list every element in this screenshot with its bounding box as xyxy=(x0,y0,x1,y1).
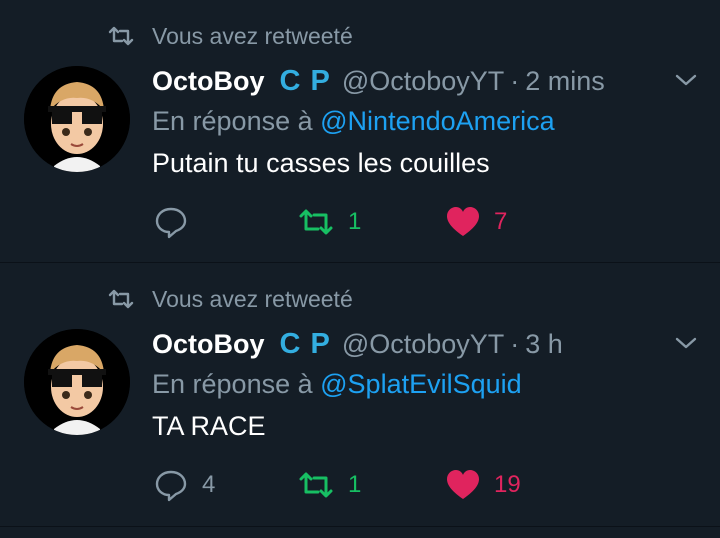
reply-icon xyxy=(155,470,187,502)
tweet-actions: 4 1 19 xyxy=(0,463,720,507)
avatar[interactable] xyxy=(24,329,130,435)
retweet-context: Vous avez retweeté xyxy=(108,22,353,50)
retweet-context-label: Vous avez retweeté xyxy=(152,285,353,312)
reply-prefix: En réponse à xyxy=(152,106,313,136)
like-button[interactable]: 19 xyxy=(446,463,521,507)
retweet-icon xyxy=(108,289,134,309)
reply-icon xyxy=(155,207,187,239)
reply-context: En réponse à @NintendoAmerica xyxy=(152,106,555,137)
chevron-down-icon[interactable] xyxy=(674,335,698,351)
reply-button[interactable]: 4 xyxy=(154,463,215,507)
like-count: 7 xyxy=(494,208,508,235)
retweet-icon xyxy=(299,472,333,498)
author-name[interactable]: OctoBoy xyxy=(152,329,265,360)
heart-icon xyxy=(447,207,479,236)
heart-icon xyxy=(447,470,479,499)
tweet-time[interactable]: 3 h xyxy=(525,329,563,360)
reply-context: En réponse à @SplatEvilSquid xyxy=(152,369,522,400)
retweet-context-label: Vous avez retweeté xyxy=(152,22,353,49)
retweet-count: 1 xyxy=(348,471,362,498)
tweet-time[interactable]: 2 mins xyxy=(525,66,605,97)
like-button[interactable]: 7 xyxy=(446,200,507,244)
badge-c: C xyxy=(279,327,301,360)
reply-prefix: En réponse à xyxy=(152,369,313,399)
retweet-context: Vous avez retweeté xyxy=(108,285,353,313)
like-count: 19 xyxy=(494,471,521,498)
retweet-icon xyxy=(299,209,333,235)
reply-button[interactable] xyxy=(154,200,202,244)
tweet-actions: 1 7 xyxy=(0,200,720,244)
retweet-icon xyxy=(108,26,134,46)
avatar[interactable] xyxy=(24,66,130,172)
retweet-count: 1 xyxy=(348,208,362,235)
reply-mention[interactable]: @NintendoAmerica xyxy=(320,106,555,136)
chevron-down-icon[interactable] xyxy=(674,72,698,88)
separator-dot: · xyxy=(510,65,520,96)
tweet-card[interactable]: Vous avez retweeté OctoBoy C P @OctoboyY… xyxy=(0,263,720,527)
author-handle[interactable]: @OctoboyYT xyxy=(342,329,504,360)
tweet-text: Putain tu casses les couilles xyxy=(152,148,490,178)
author-name[interactable]: OctoBoy xyxy=(152,66,265,97)
tweet-header: OctoBoy C P @OctoboyYT · 3 h xyxy=(152,325,563,363)
tweet-card[interactable]: Vous avez retweeté OctoBoy C P @OctoboyY… xyxy=(0,0,720,263)
reply-count: 4 xyxy=(202,471,216,498)
retweet-button[interactable]: 1 xyxy=(298,200,361,244)
tweet-text: TA RACE xyxy=(152,411,266,441)
badge-p: P xyxy=(310,327,330,360)
author-handle[interactable]: @OctoboyYT xyxy=(342,66,504,97)
tweet-header: OctoBoy C P @OctoboyYT · 2 mins xyxy=(152,62,605,100)
badge-c: C xyxy=(279,64,301,97)
retweet-button[interactable]: 1 xyxy=(298,463,361,507)
badge-p: P xyxy=(310,64,330,97)
separator-dot: · xyxy=(510,328,520,359)
reply-mention[interactable]: @SplatEvilSquid xyxy=(320,369,522,399)
